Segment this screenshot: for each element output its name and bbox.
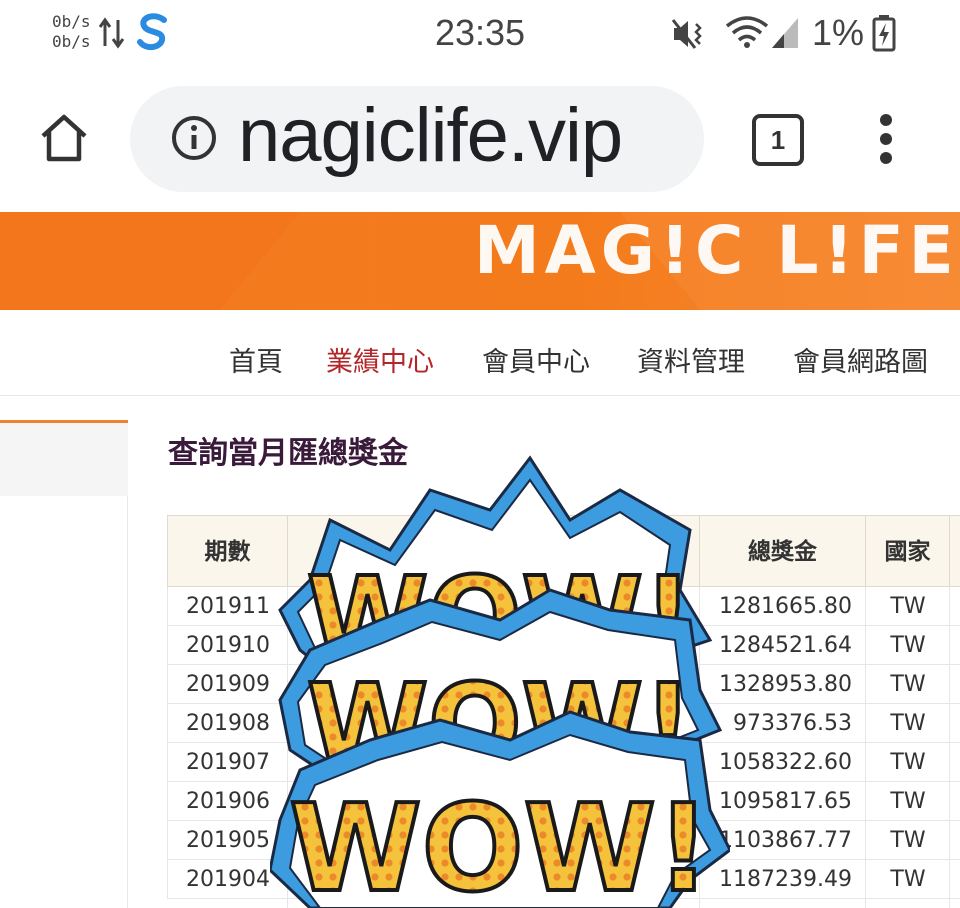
home-icon[interactable] [38, 112, 90, 164]
site-logo[interactable]: MAG!C L!FE [474, 212, 959, 289]
site-nav: 首頁 業績中心 會員中心 資料管理 會員網路圖 [0, 310, 960, 396]
info-icon[interactable] [170, 114, 218, 162]
cell-country: TW [890, 867, 926, 892]
nav-performance-center[interactable]: 業績中心 [326, 340, 434, 379]
cell-period: 201909 [186, 672, 270, 697]
overflow-menu-icon[interactable] [876, 114, 896, 174]
cell-country: TW [890, 711, 926, 736]
sidebar [0, 420, 128, 908]
cell-country: TW [890, 672, 926, 697]
clock: 23:35 [434, 12, 526, 53]
cell-period: 201905 [186, 828, 270, 853]
site-banner: MAG!C L!FE [0, 212, 960, 310]
data-transfer-icon [98, 17, 125, 49]
cell-period: 201908 [186, 711, 270, 736]
net-up-speed: 0b/s [52, 12, 91, 31]
cell-period: 201904 [186, 867, 270, 892]
sidebar-active-item[interactable] [0, 420, 128, 496]
cell-period: 201907 [186, 750, 270, 775]
cell-country: TW [890, 633, 926, 658]
network-speed: 0b/s 0b/s [52, 12, 91, 52]
browser-toolbar: nagiclife.vip 1 [0, 70, 960, 212]
mute-vibrate-icon [671, 19, 702, 49]
nav-home[interactable]: 首頁 [229, 340, 283, 379]
signal-icon [772, 18, 798, 48]
url-text: nagiclife.vip [238, 93, 623, 178]
cell-country: TW [890, 750, 926, 775]
cell-country: TW [890, 789, 926, 814]
cell-period: 201910 [186, 633, 270, 658]
cell-period: 201906 [186, 789, 270, 814]
net-down-speed: 0b/s [52, 32, 91, 51]
nav-member-network[interactable]: 會員網路圖 [793, 340, 928, 379]
battery-charging-icon [872, 15, 896, 52]
status-bar: 0b/s 0b/s 23:35 1% [0, 0, 960, 70]
nav-data-management[interactable]: 資料管理 [637, 340, 745, 379]
wow-sticker-overlay: WOW! WOW! WOW! [270, 455, 730, 908]
tab-switcher-button[interactable]: 1 [752, 114, 804, 166]
cell-country: TW [890, 828, 926, 853]
nav-member-center[interactable]: 會員中心 [482, 340, 590, 379]
screen: 0b/s 0b/s 23:35 1% nagiclife.vip 1 MAG!C… [0, 0, 960, 908]
app-s-icon [137, 13, 167, 50]
battery-percent: 1% [811, 12, 864, 53]
wifi-icon [725, 16, 769, 48]
cell-period: 201911 [186, 594, 270, 619]
cell-country: TW [890, 594, 926, 619]
wow-text-3: WOW! [289, 780, 710, 908]
col-country: 國家 [866, 516, 950, 588]
address-bar[interactable]: nagiclife.vip [130, 86, 704, 192]
